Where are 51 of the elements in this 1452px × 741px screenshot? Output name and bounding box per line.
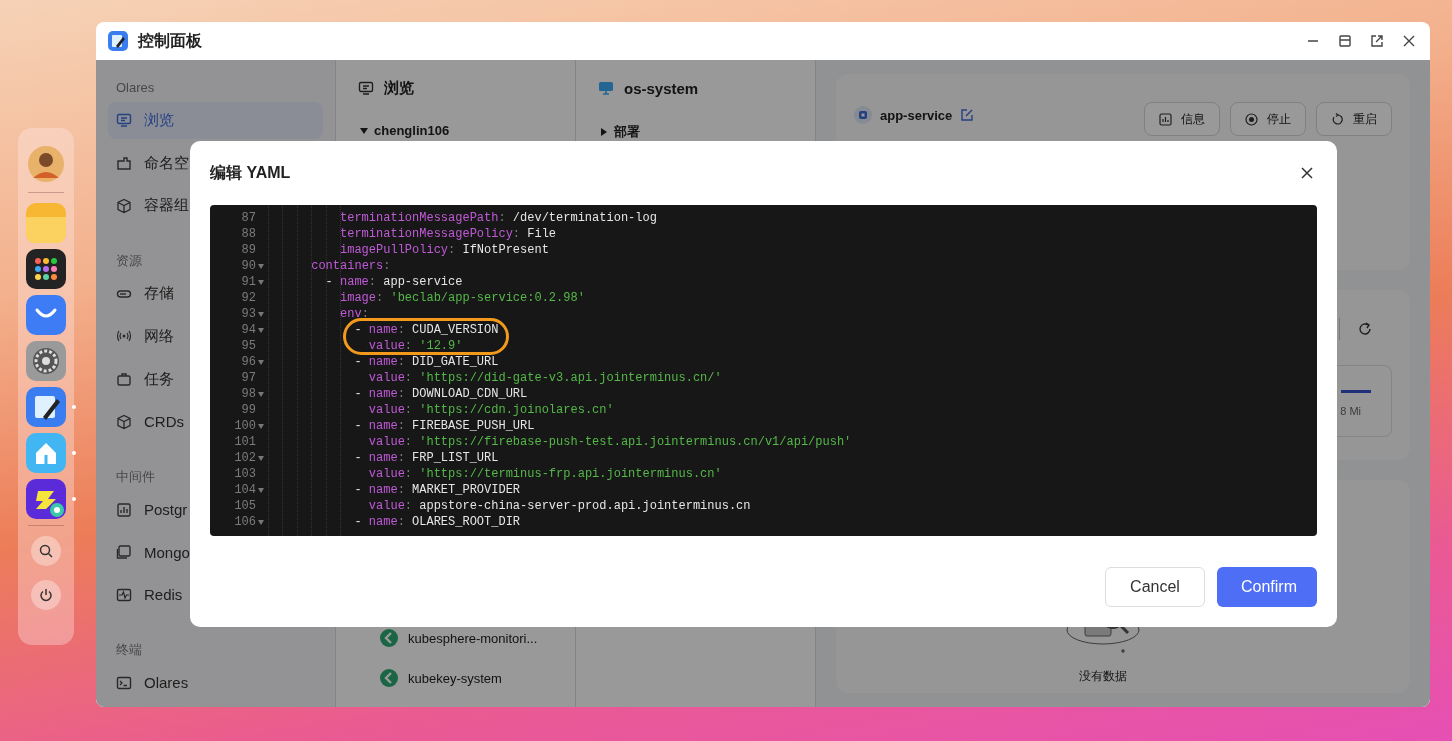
section-heading: 中间件 xyxy=(116,468,155,487)
code-line: - name: DOWNLOAD_CDN_URL xyxy=(353,387,528,401)
code-line: - name: app-service xyxy=(324,275,463,289)
code-line: - name: FRP_LIST_URL xyxy=(353,451,499,465)
section-heading: Olares xyxy=(116,79,155,97)
app-name: app-service xyxy=(880,107,953,123)
code-line: image: 'beclab/app-service:0.2.98' xyxy=(339,291,585,305)
line-number: 98 xyxy=(241,386,256,402)
code-line: value: '12.9' xyxy=(367,339,463,353)
line-number: 93 xyxy=(241,306,256,322)
line-number: 91 xyxy=(241,274,256,290)
code-line: value: 'https://cdn.joinolares.cn' xyxy=(367,403,614,417)
code-line: - name: DID_GATE_URL xyxy=(353,355,499,369)
section-heading: 终端 xyxy=(116,641,142,660)
window-title: 控制面板 xyxy=(138,30,203,51)
code-line: value: 'https://firebase-push-test.api.jointerminus.cn/v1/api/push' xyxy=(367,435,852,449)
line-number: 94 xyxy=(241,322,256,338)
section-heading: 资源 xyxy=(116,252,142,271)
line-number: 103 xyxy=(234,466,256,482)
line-number: 100 xyxy=(234,418,256,434)
code-line: terminationMessagePolicy: File xyxy=(339,227,557,241)
line-number: 105 xyxy=(234,498,256,514)
line-number: 95 xyxy=(241,338,256,354)
line-number: 97 xyxy=(241,370,256,386)
column-title: 浏览 xyxy=(384,78,414,98)
line-number: 104 xyxy=(234,482,256,498)
line-number: 88 xyxy=(241,226,256,242)
code-line: terminationMessagePath: /dev/termination-log xyxy=(339,211,657,225)
line-number: 90 xyxy=(241,258,256,274)
column-title: os-system xyxy=(624,79,699,97)
dialog-title: 编辑 YAML xyxy=(210,162,291,183)
empty-state-text: 没有数据 xyxy=(1079,668,1127,685)
code-line: env: xyxy=(339,307,369,321)
line-number: 89 xyxy=(241,242,256,258)
code-line: containers: xyxy=(310,259,391,273)
code-line: value: 'https://terminus-frp.api.jointerminus.cn' xyxy=(367,467,722,481)
code-line: imagePullPolicy: IfNotPresent xyxy=(339,243,549,257)
line-number: 96 xyxy=(241,354,256,370)
code-line: - name: MARKET_PROVIDER xyxy=(353,483,521,497)
code-line: value: 'https://did-gate-v3.api.jointerminus.cn/' xyxy=(367,371,722,385)
code-line: - name: CUDA_VERSION xyxy=(353,323,499,337)
line-number: 106 xyxy=(234,514,256,530)
code-line: value: appstore-china-server-prod.api.jointerminus.cn xyxy=(367,499,751,513)
line-number: 102 xyxy=(234,450,256,466)
line-number: 101 xyxy=(234,434,256,450)
code-line: - name: OLARES_ROOT_DIR xyxy=(353,515,521,529)
line-number: 92 xyxy=(241,290,256,306)
code-line: - name: FIREBASE_PUSH_URL xyxy=(353,419,535,433)
line-number: 99 xyxy=(241,402,256,418)
metric-reading: 8 Mi xyxy=(1340,405,1361,417)
line-number: 87 xyxy=(241,210,256,226)
